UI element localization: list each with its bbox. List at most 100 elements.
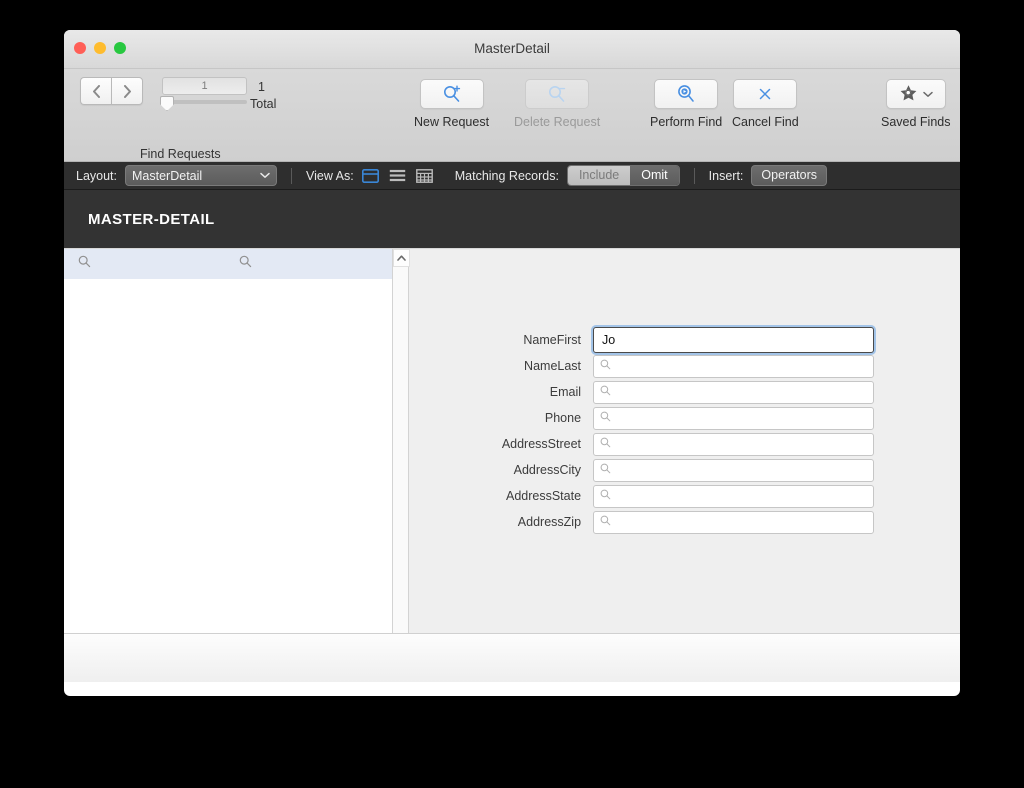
new-request-item[interactable]: New Request <box>414 79 489 129</box>
star-magnifier-icon <box>900 85 917 101</box>
matching-include-button[interactable]: Include <box>567 166 631 185</box>
addresscity-input[interactable] <box>593 458 874 482</box>
search-icon <box>600 411 611 422</box>
close-x-icon <box>760 88 771 100</box>
search-icon-wrap <box>600 461 611 479</box>
addresszip-input[interactable] <box>593 510 874 534</box>
cancel-find-label: Cancel Find <box>732 115 799 129</box>
addressstate-input[interactable] <box>593 484 874 508</box>
master-list-pane[interactable] <box>64 249 393 678</box>
list-item[interactable] <box>64 249 392 279</box>
field-row-addressstate: AddressState <box>444 483 874 509</box>
field-row-email: Email <box>444 379 874 405</box>
namefirst-input[interactable]: Jo <box>593 327 874 353</box>
magnifier-minus-icon <box>549 86 566 102</box>
view-mode-buttons <box>361 168 433 183</box>
field-label-email: Email <box>549 385 582 399</box>
page-title: MASTER-DETAIL <box>88 210 215 228</box>
cancel-find-button[interactable] <box>733 79 798 109</box>
search-icon <box>239 255 252 268</box>
new-request-button[interactable] <box>419 79 484 109</box>
namefirst-value: Jo <box>602 333 616 347</box>
saved-finds-button[interactable] <box>885 79 946 109</box>
search-icon <box>78 255 91 268</box>
app-window: MasterDetail 1 1 Total Find Requests New… <box>64 30 960 696</box>
matching-records-label: Matching Records: <box>454 168 559 183</box>
perform-find-button[interactable] <box>654 79 719 109</box>
find-requests-label: Find Requests <box>140 147 221 161</box>
request-slider[interactable] <box>160 96 247 111</box>
chevron-right-icon <box>123 84 131 98</box>
detail-form: NameFirst Jo NameLast Email Phone Addres… <box>444 327 874 535</box>
chevron-left-icon <box>92 84 100 98</box>
search-icon <box>600 463 611 474</box>
chevron-down-icon <box>260 172 270 178</box>
saved-finds-label: Saved Finds <box>881 115 951 129</box>
table-view-icon[interactable] <box>415 168 433 183</box>
field-row-addresscity: AddressCity <box>444 457 874 483</box>
magnifier-play-icon <box>678 85 694 102</box>
list-view-icon[interactable] <box>389 169 406 183</box>
delete-request-button[interactable] <box>525 79 590 109</box>
delete-request-label: Delete Request <box>514 115 601 129</box>
request-slider-thumb[interactable] <box>160 96 174 111</box>
layout-header-band: MASTER-DETAIL <box>64 190 960 249</box>
list-cell-second[interactable] <box>239 255 252 273</box>
field-row-phone: Phone <box>444 405 874 431</box>
search-icon <box>600 515 611 526</box>
field-label-addresszip: AddressZip <box>517 515 582 529</box>
chevron-down-icon <box>923 91 933 97</box>
saved-finds-item[interactable]: Saved Finds <box>881 79 950 129</box>
next-request-button[interactable] <box>111 77 143 105</box>
status-bar <box>64 633 960 682</box>
list-scrollbar[interactable] <box>393 249 410 678</box>
phone-input[interactable] <box>593 406 874 430</box>
field-row-namelast: NameLast <box>444 353 874 379</box>
insert-operators-button[interactable]: Operators <box>751 165 827 186</box>
addressstreet-input[interactable] <box>593 432 874 456</box>
magnifier-plus-icon <box>443 85 460 102</box>
form-view-icon[interactable] <box>361 168 379 183</box>
search-icon-wrap <box>600 357 611 375</box>
field-label-namefirst: NameFirst <box>523 333 582 347</box>
field-label-addressstate: AddressState <box>505 489 582 503</box>
matching-omit-button[interactable]: Omit <box>630 166 679 185</box>
namelast-input[interactable] <box>593 354 874 378</box>
content-area: NameFirst Jo NameLast Email Phone Addres… <box>64 249 960 682</box>
delete-request-item[interactable]: Delete Request <box>514 79 600 129</box>
field-row-addresszip: AddressZip <box>444 509 874 535</box>
previous-request-button[interactable] <box>80 77 111 105</box>
perform-find-label: Perform Find <box>650 115 723 129</box>
email-input[interactable] <box>593 380 874 404</box>
search-icon-wrap <box>600 435 611 453</box>
divider <box>291 167 293 184</box>
search-icon-wrap <box>600 409 611 427</box>
search-icon <box>600 489 611 500</box>
divider <box>693 167 695 184</box>
field-row-namefirst: NameFirst Jo <box>444 327 874 353</box>
chevron-up-icon <box>397 255 406 261</box>
perform-find-item[interactable]: Perform Find <box>650 79 722 129</box>
scroll-up-button[interactable] <box>393 249 410 267</box>
new-request-label: New Request <box>414 115 490 129</box>
search-icon-wrap <box>600 513 611 531</box>
window-title: MasterDetail <box>474 41 550 56</box>
search-icon-wrap <box>600 383 611 401</box>
list-cell-first[interactable] <box>78 255 91 273</box>
cancel-find-item[interactable]: Cancel Find <box>732 79 799 129</box>
search-icon-wrap <box>600 487 611 505</box>
total-label: Total <box>250 97 277 111</box>
field-label-phone: Phone <box>544 411 582 425</box>
layout-bar: Layout: MasterDetail View As: Matching R… <box>64 162 960 190</box>
search-icon <box>600 359 611 370</box>
insert-label: Insert: <box>708 168 744 183</box>
toolbar: 1 1 Total Find Requests New Request Dele… <box>64 69 960 162</box>
request-number-field[interactable]: 1 <box>162 77 247 95</box>
layout-select[interactable]: MasterDetail <box>125 165 278 186</box>
total-count: 1 <box>258 80 265 94</box>
title-bar: MasterDetail <box>64 30 960 69</box>
layout-select-value: MasterDetail <box>132 168 203 183</box>
search-icon <box>600 385 611 396</box>
find-requests-group: 1 1 Total Find Requests <box>80 77 276 161</box>
search-icon <box>600 437 611 448</box>
